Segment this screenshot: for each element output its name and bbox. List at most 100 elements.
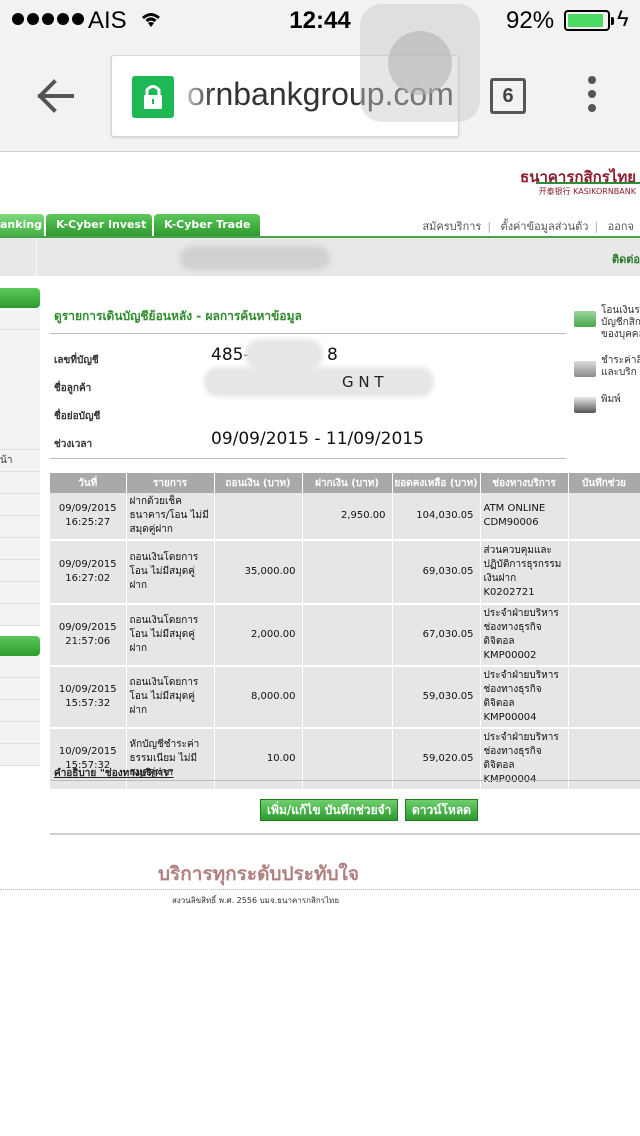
side-links: โอนเงินระ บัญชีกสิก ของบุคคล ชำระค่าสิ แ… xyxy=(574,305,640,441)
left-menu: น้า xyxy=(0,288,40,626)
lock-icon[interactable] xyxy=(132,76,174,118)
cell-note xyxy=(568,666,640,729)
table-header-row: วันที่ รายการ ถอนเงิน (บาท) ฝากเงิน (บาท… xyxy=(50,473,640,493)
slogan: บริการทุกระดับประทับใจ xyxy=(158,863,359,885)
cell-date: 09/09/2015 16:27:02 xyxy=(50,540,127,605)
account-number-start: 485- xyxy=(211,345,250,365)
table-row: 09/09/2015 16:27:02 ถอนเงินโดยการโอน ไม่มี… xyxy=(50,540,640,605)
channel-legend-link[interactable]: คำอธิบาย "ช่องทางบริการ" xyxy=(54,766,174,781)
cell-channel: ATM ONLINE CDM90006 xyxy=(480,493,569,541)
cell-date-day: 10/09/2015 xyxy=(58,684,117,695)
label-customer-name: ชื่อลูกค้า xyxy=(54,383,92,394)
customer-name-fragments: G N T xyxy=(342,373,384,391)
table-row: 09/09/2015 16:25:27 ฝากด้วยเช็ค ธนาคาร/โอน… xyxy=(50,493,640,541)
left-menu-item[interactable] xyxy=(0,744,40,766)
tab-k-cyber-trade[interactable]: K-Cyber Trade xyxy=(154,214,260,236)
top-links: สมัครบริการ | ตั้งค่าข้อมูลส่วนตัว | ออกจ xyxy=(416,217,640,235)
cell-deposit xyxy=(302,604,393,667)
settings-link[interactable]: ตั้งค่าข้อมูลส่วนตัว xyxy=(495,220,595,233)
printer-icon xyxy=(574,397,596,413)
cell-date: 09/09/2015 21:57:06 xyxy=(50,604,127,667)
info-divider xyxy=(50,458,566,459)
period-value: 09/09/2015 - 11/09/2015 xyxy=(211,429,424,449)
left-menu-item[interactable] xyxy=(0,494,40,516)
logout-link[interactable]: ออกจ xyxy=(602,220,640,233)
cell-deposit xyxy=(302,540,393,605)
cell-deposit xyxy=(302,666,393,729)
left-menu-item[interactable] xyxy=(0,472,40,494)
label-account-no: เลขที่บัญชี xyxy=(54,355,99,366)
overflow-menu-icon[interactable] xyxy=(582,76,602,116)
cell-channel: ประจำฝ่ายบริหารช่องทางธุรกิจดิจิตอล KMP0… xyxy=(480,604,569,667)
left-menu-item[interactable]: น้า xyxy=(0,450,40,472)
col-balance[interactable]: ยอดคงเหลือ (บาท) xyxy=(392,473,481,493)
left-menu-item[interactable] xyxy=(0,582,40,604)
contact-link[interactable]: ติดต่อ xyxy=(612,250,640,268)
payment-icon xyxy=(574,361,596,377)
cell-date-time: 21:57:06 xyxy=(65,636,111,647)
left-menu-item[interactable] xyxy=(0,560,40,582)
account-number-end: 8 xyxy=(327,345,338,365)
side-link-transfer[interactable]: โอนเงินระ บัญชีกสิก ของบุคคล xyxy=(574,305,640,355)
cell-balance: 67,030.05 xyxy=(392,604,481,667)
redacted-customer-name xyxy=(204,367,434,397)
cell-withdraw: 2,000.00 xyxy=(214,604,303,667)
transaction-rows: 09/09/2015 16:25:27 ฝากด้วยเช็ค ธนาคาร/โอน… xyxy=(50,493,640,791)
cell-withdraw xyxy=(214,493,303,541)
cell-date-day: 09/09/2015 xyxy=(58,503,117,514)
tab-switcher-button[interactable]: 6 xyxy=(490,78,526,114)
side-link-payment[interactable]: ชำระค่าสิ และบริก xyxy=(574,355,640,391)
cell-note xyxy=(568,493,640,541)
left-menu-item[interactable] xyxy=(0,722,40,744)
col-date[interactable]: วันที่ xyxy=(50,473,127,493)
cell-date: 10/09/2015 15:57:32 xyxy=(50,666,127,729)
charging-icon: ϟ xyxy=(617,6,629,31)
col-description[interactable]: รายการ xyxy=(126,473,215,493)
col-note[interactable]: บันทึกช่วย xyxy=(568,473,640,493)
cell-deposit: 2,950.00 xyxy=(302,493,393,541)
left-menu-header xyxy=(0,288,40,308)
register-link[interactable]: สมัครบริการ xyxy=(416,220,487,233)
back-arrow-icon[interactable] xyxy=(34,74,78,118)
tab-k-cyber-invest[interactable]: K-Cyber Invest xyxy=(46,214,152,236)
divider xyxy=(50,833,640,835)
edit-note-button[interactable]: เพิ่ม/แก้ไข บันทึกช่วยจำ xyxy=(260,799,399,821)
left-menu-item[interactable] xyxy=(0,700,40,722)
side-link-print[interactable]: พิมพ์ xyxy=(574,391,640,441)
left-menu-secondary xyxy=(0,636,40,766)
cell-date-time: 16:25:27 xyxy=(65,517,111,528)
cell-note xyxy=(568,604,640,667)
battery-percentage: 92% xyxy=(506,7,555,34)
tab-k-cyber-banking[interactable]: anking xyxy=(0,214,44,236)
left-menu-item[interactable] xyxy=(0,656,40,678)
transaction-table: วันที่ รายการ ถอนเงิน (บาท) ฝากเงิน (บาท… xyxy=(50,473,640,791)
left-menu-item[interactable] xyxy=(0,678,40,700)
left-menu-item[interactable] xyxy=(0,308,40,330)
left-menu-item[interactable] xyxy=(0,604,40,626)
label-period: ช่วงเวลา xyxy=(54,439,93,450)
redacted-account-digits xyxy=(245,339,323,369)
cell-balance: 69,030.05 xyxy=(392,540,481,605)
cell-balance: 59,030.05 xyxy=(392,666,481,729)
left-menu-item[interactable] xyxy=(0,516,40,538)
download-button[interactable]: ดาวน์โหลด xyxy=(405,799,478,821)
cell-desc: ถอนเงินโดยการโอน ไม่มีสมุดคู่ฝาก xyxy=(126,604,215,667)
left-menu-item[interactable] xyxy=(0,330,40,450)
col-withdraw[interactable]: ถอนเงิน (บาท) xyxy=(214,473,303,493)
table-row: 10/09/2015 15:57:32 ถอนเงินโดยการโอน ไม่มี… xyxy=(50,666,640,729)
browser-toolbar: ornbankgroup.com 6 xyxy=(0,40,640,152)
cell-balance: 104,030.05 xyxy=(392,493,481,541)
left-menu-item[interactable] xyxy=(0,538,40,560)
table-row: 09/09/2015 21:57:06 ถอนเงินโดยการโอน ไม่มี… xyxy=(50,604,640,667)
cell-desc: ถอนเงินโดยการโอน ไม่มีสมุดคู่ฝาก xyxy=(126,540,215,605)
cell-date-time: 16:27:02 xyxy=(65,573,111,584)
title-divider xyxy=(50,333,566,334)
cell-withdraw: 8,000.00 xyxy=(214,666,303,729)
bank-logo-subtitle: 开泰银行 KASIKORNBANK xyxy=(538,187,636,196)
cell-date: 09/09/2015 16:25:27 xyxy=(50,493,127,541)
col-channel[interactable]: ช่องทางบริการ xyxy=(480,473,569,493)
assistive-touch-button[interactable] xyxy=(360,4,480,122)
cell-date-time: 15:57:32 xyxy=(65,698,111,709)
footer-divider xyxy=(0,889,640,890)
col-deposit[interactable]: ฝากเงิน (บาท) xyxy=(302,473,393,493)
